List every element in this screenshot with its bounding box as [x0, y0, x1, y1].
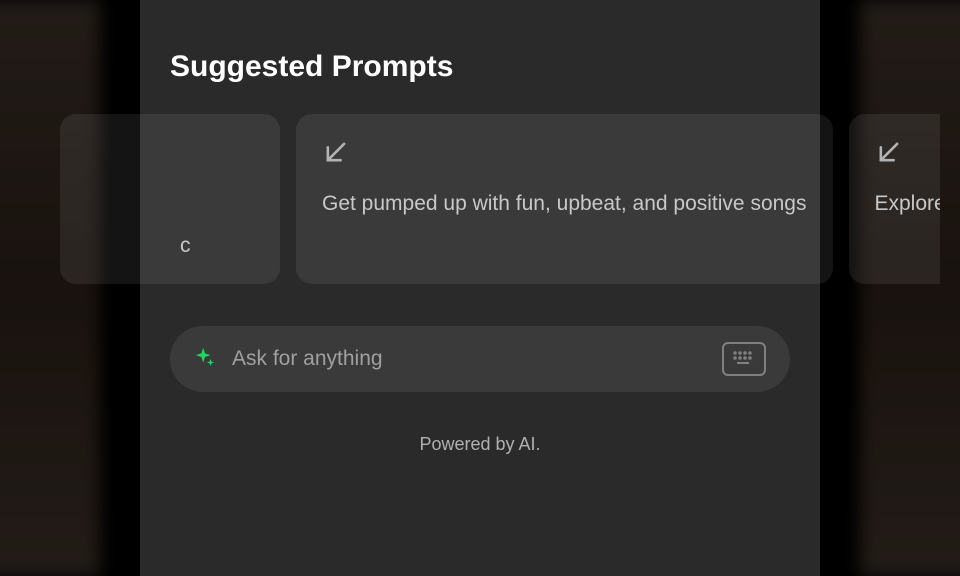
keyboard-button[interactable] [722, 342, 766, 376]
footer-text: Powered by AI. [140, 434, 820, 455]
prompt-card[interactable]: Explore a ni Witch Hous [849, 114, 941, 284]
prompt-card-text: Get pumped up with fun, upbeat, and posi… [322, 189, 807, 218]
prompt-card-text: Explore a ni Witch Hous [875, 189, 941, 218]
prompt-cards-carousel[interactable]: c Get pumped up with fun, upbeat, and po… [60, 114, 940, 284]
sparkle-icon [194, 346, 216, 373]
arrow-down-left-icon [875, 138, 941, 171]
ask-input[interactable]: Ask for anything [170, 326, 790, 392]
keyboard-icon [729, 347, 759, 372]
prompt-card[interactable]: c [60, 114, 280, 284]
prompt-card[interactable]: Get pumped up with fun, upbeat, and posi… [296, 114, 833, 284]
background-blur-right [860, 0, 960, 576]
app-panel: Suggested Prompts c Get pumped up with f… [140, 0, 820, 576]
page-title: Suggested Prompts [140, 0, 820, 84]
input-placeholder: Ask for anything [232, 347, 706, 371]
background-blur-left [0, 0, 100, 576]
arrow-down-left-icon [322, 138, 807, 171]
prompt-card-text: c [180, 231, 254, 260]
